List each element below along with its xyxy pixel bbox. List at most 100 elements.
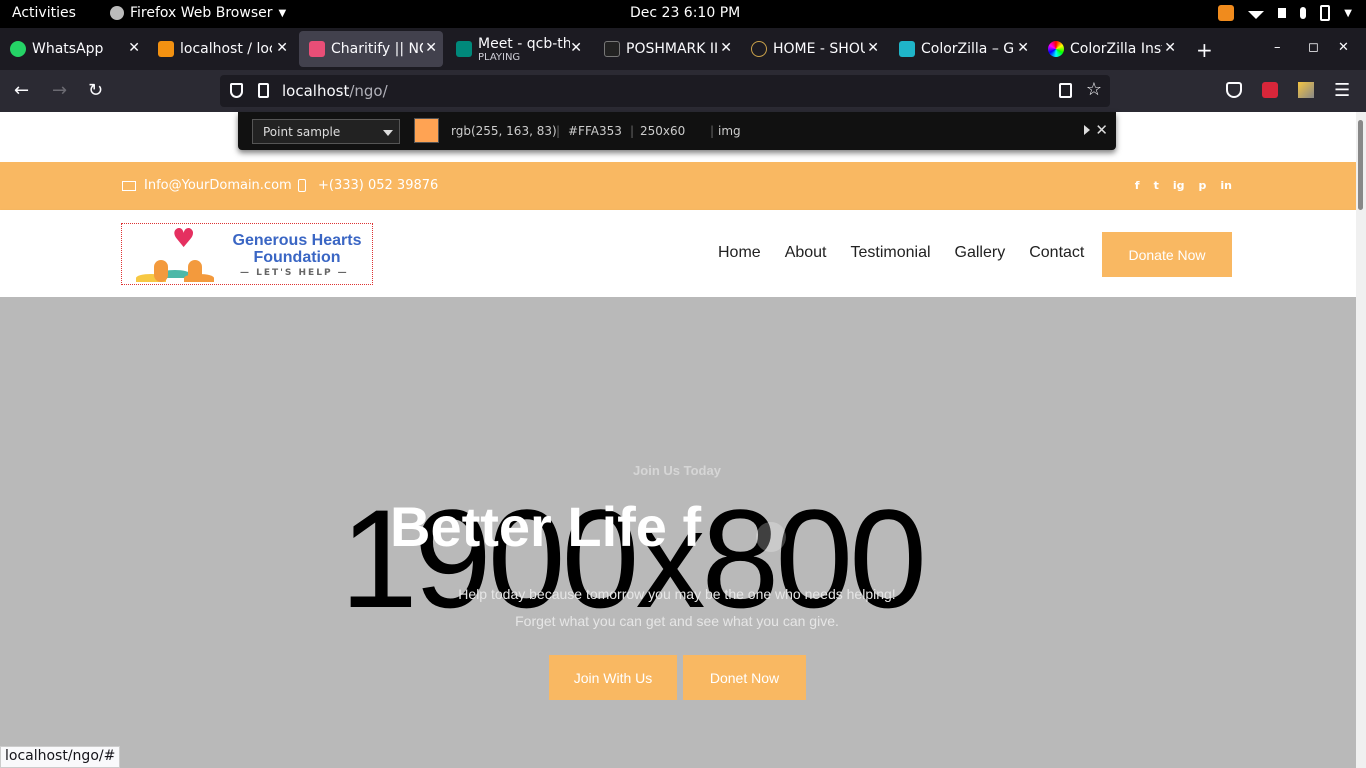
system-tray[interactable]: ▼	[1218, 5, 1352, 21]
logo-title: Generous Hearts Foundation	[232, 232, 362, 266]
color-swatch[interactable]	[414, 118, 439, 143]
wifi-icon	[1248, 11, 1265, 19]
update-icon[interactable]	[1218, 5, 1235, 21]
pocket-icon[interactable]	[1226, 82, 1242, 98]
tab-charitify[interactable]: Charitify || NG ✕	[299, 31, 443, 67]
bookmark-star-icon[interactable]: ☆	[1086, 79, 1102, 100]
pinterest-icon[interactable]: p	[1199, 179, 1207, 192]
instagram-icon[interactable]: ig	[1173, 179, 1185, 192]
tab-whatsapp[interactable]: WhatsApp ✕	[0, 31, 146, 67]
tab-poshmark[interactable]: POSHMARK II ✕	[594, 31, 738, 67]
close-icon[interactable]: ✕	[1095, 121, 1108, 139]
charity-icon	[309, 41, 325, 57]
nav-home[interactable]: Home	[718, 244, 761, 262]
colorzilla-toolbar: Point sample rgb(255, 163, 83) | #FFA353…	[238, 112, 1116, 150]
close-tab-icon[interactable]: ✕	[570, 40, 582, 56]
clock[interactable]: Dec 23 6:10 PM	[630, 5, 740, 21]
colorzilla-eyedropper-icon[interactable]	[1298, 82, 1314, 98]
tab-colorzilla[interactable]: ColorZilla – Ge ✕	[889, 31, 1035, 67]
phpmyadmin-icon	[158, 41, 174, 57]
main-nav: Home About Testimonial Gallery Contact	[718, 244, 1108, 262]
envelope-icon	[122, 180, 136, 191]
close-tab-icon[interactable]: ✕	[720, 40, 732, 56]
close-tab-icon[interactable]: ✕	[1017, 40, 1029, 56]
scrollbar-thumb[interactable]	[1358, 120, 1363, 210]
app-menu-label: Firefox Web Browser	[130, 5, 273, 21]
microphone-icon	[1300, 7, 1307, 19]
page-scrollbar[interactable]	[1356, 112, 1366, 768]
tab-home-shou[interactable]: HOME - SHOU ✕	[741, 31, 885, 67]
minimize-button[interactable]: –	[1274, 40, 1281, 55]
nav-gallery[interactable]: Gallery	[955, 244, 1006, 262]
element-tag: img	[718, 124, 741, 138]
tab-label: Charitify || NG	[331, 41, 423, 57]
menu-icon[interactable]: ☰	[1334, 80, 1350, 101]
url-bar[interactable]: localhost/ngo/ ☆	[220, 75, 1110, 107]
close-tab-icon[interactable]: ✕	[1164, 40, 1176, 56]
google-meet-icon	[456, 41, 472, 57]
hero-headline: Better Life f	[390, 495, 702, 558]
hands-graphic	[136, 252, 226, 282]
app-menu[interactable]: Firefox Web Browser ▼	[110, 5, 286, 21]
volume-icon	[1278, 8, 1287, 18]
typing-cursor	[756, 522, 786, 552]
gnome-top-bar: Activities Firefox Web Browser ▼ Dec 23 …	[0, 0, 1366, 28]
tab-strip: WhatsApp ✕ localhost / loc ✕ Charitify |…	[0, 28, 1366, 70]
donate-now-button[interactable]: Donate Now	[1102, 232, 1232, 277]
reload-button[interactable]: ↻	[88, 80, 103, 101]
poshmark-icon	[604, 41, 620, 57]
tracking-protection-icon[interactable]	[230, 83, 243, 98]
tab-playing-label: PLAYING	[478, 51, 521, 63]
tab-label: localhost / loc	[180, 41, 272, 57]
close-tab-icon[interactable]: ✕	[276, 40, 288, 56]
tab-label: WhatsApp	[32, 41, 104, 57]
colorzilla-icon	[899, 41, 915, 57]
site-header: ♥ Generous Hearts Foundation — LET'S HEL…	[0, 210, 1356, 297]
join-with-us-button[interactable]: Join With Us	[549, 655, 677, 700]
back-button[interactable]: ←	[14, 80, 29, 101]
sample-mode-select[interactable]: Point sample	[252, 119, 400, 144]
twitter-icon[interactable]: t	[1154, 179, 1159, 192]
phone-icon	[298, 179, 306, 192]
close-tab-icon[interactable]: ✕	[867, 40, 879, 56]
tab-colorzilla-install[interactable]: ColorZilla Inst ✕	[1038, 31, 1182, 67]
new-tab-button[interactable]: +	[1196, 38, 1213, 62]
hero-eyebrow: Join Us Today	[633, 463, 721, 478]
nav-testimonial[interactable]: Testimonial	[851, 244, 931, 262]
email-contact[interactable]: Info@YourDomain.com	[122, 178, 292, 193]
donet-now-button[interactable]: Donet Now	[683, 655, 806, 700]
tab-meet[interactable]: Meet - qcb-th PLAYING ✕	[446, 31, 588, 67]
nav-about[interactable]: About	[785, 244, 827, 262]
tab-label: ColorZilla Inst	[1070, 41, 1162, 57]
logo-subtitle: — LET'S HELP —	[240, 268, 349, 278]
activities-button[interactable]: Activities	[12, 5, 76, 21]
tab-localhost[interactable]: localhost / loc ✕	[148, 31, 294, 67]
social-links: f t ig p in	[1135, 179, 1232, 192]
status-url: localhost/ngo/#	[0, 746, 121, 768]
phone-text: +(333) 052 39876	[318, 178, 439, 193]
contact-info-bar: Info@YourDomain.com +(333) 052 39876 f t…	[0, 162, 1356, 210]
sample-mode-value: Point sample	[263, 125, 341, 139]
tab-label: Meet - qcb-th	[478, 35, 570, 52]
site-logo[interactable]: ♥ Generous Hearts Foundation — LET'S HEL…	[121, 223, 373, 285]
expand-arrow-icon[interactable]	[1084, 125, 1090, 135]
reader-view-icon[interactable]	[1059, 83, 1072, 98]
hero-tagline-2: Forget what you can get and see what you…	[515, 613, 839, 629]
maximize-button[interactable]: ◻	[1308, 40, 1319, 55]
nav-contact[interactable]: Contact	[1029, 244, 1084, 262]
extension-lock-icon[interactable]	[1262, 82, 1278, 98]
linkedin-icon[interactable]: in	[1220, 179, 1232, 192]
hex-value[interactable]: #FFA353	[568, 124, 622, 138]
rgb-value[interactable]: rgb(255, 163, 83)	[451, 124, 557, 138]
close-tab-icon[interactable]: ✕	[128, 40, 140, 56]
site-icon	[751, 41, 767, 57]
forward-button[interactable]: →	[52, 80, 67, 101]
close-tab-icon[interactable]: ✕	[425, 40, 437, 56]
url-text[interactable]: localhost/ngo/	[282, 82, 388, 100]
page-info-icon[interactable]	[258, 83, 269, 98]
close-window-button[interactable]: ✕	[1338, 40, 1349, 55]
separator: |	[710, 124, 715, 138]
facebook-icon[interactable]: f	[1135, 179, 1140, 192]
phone-contact[interactable]: +(333) 052 39876	[298, 178, 438, 193]
hero-tagline-1: Help today because tomorrow you may be t…	[458, 586, 896, 602]
